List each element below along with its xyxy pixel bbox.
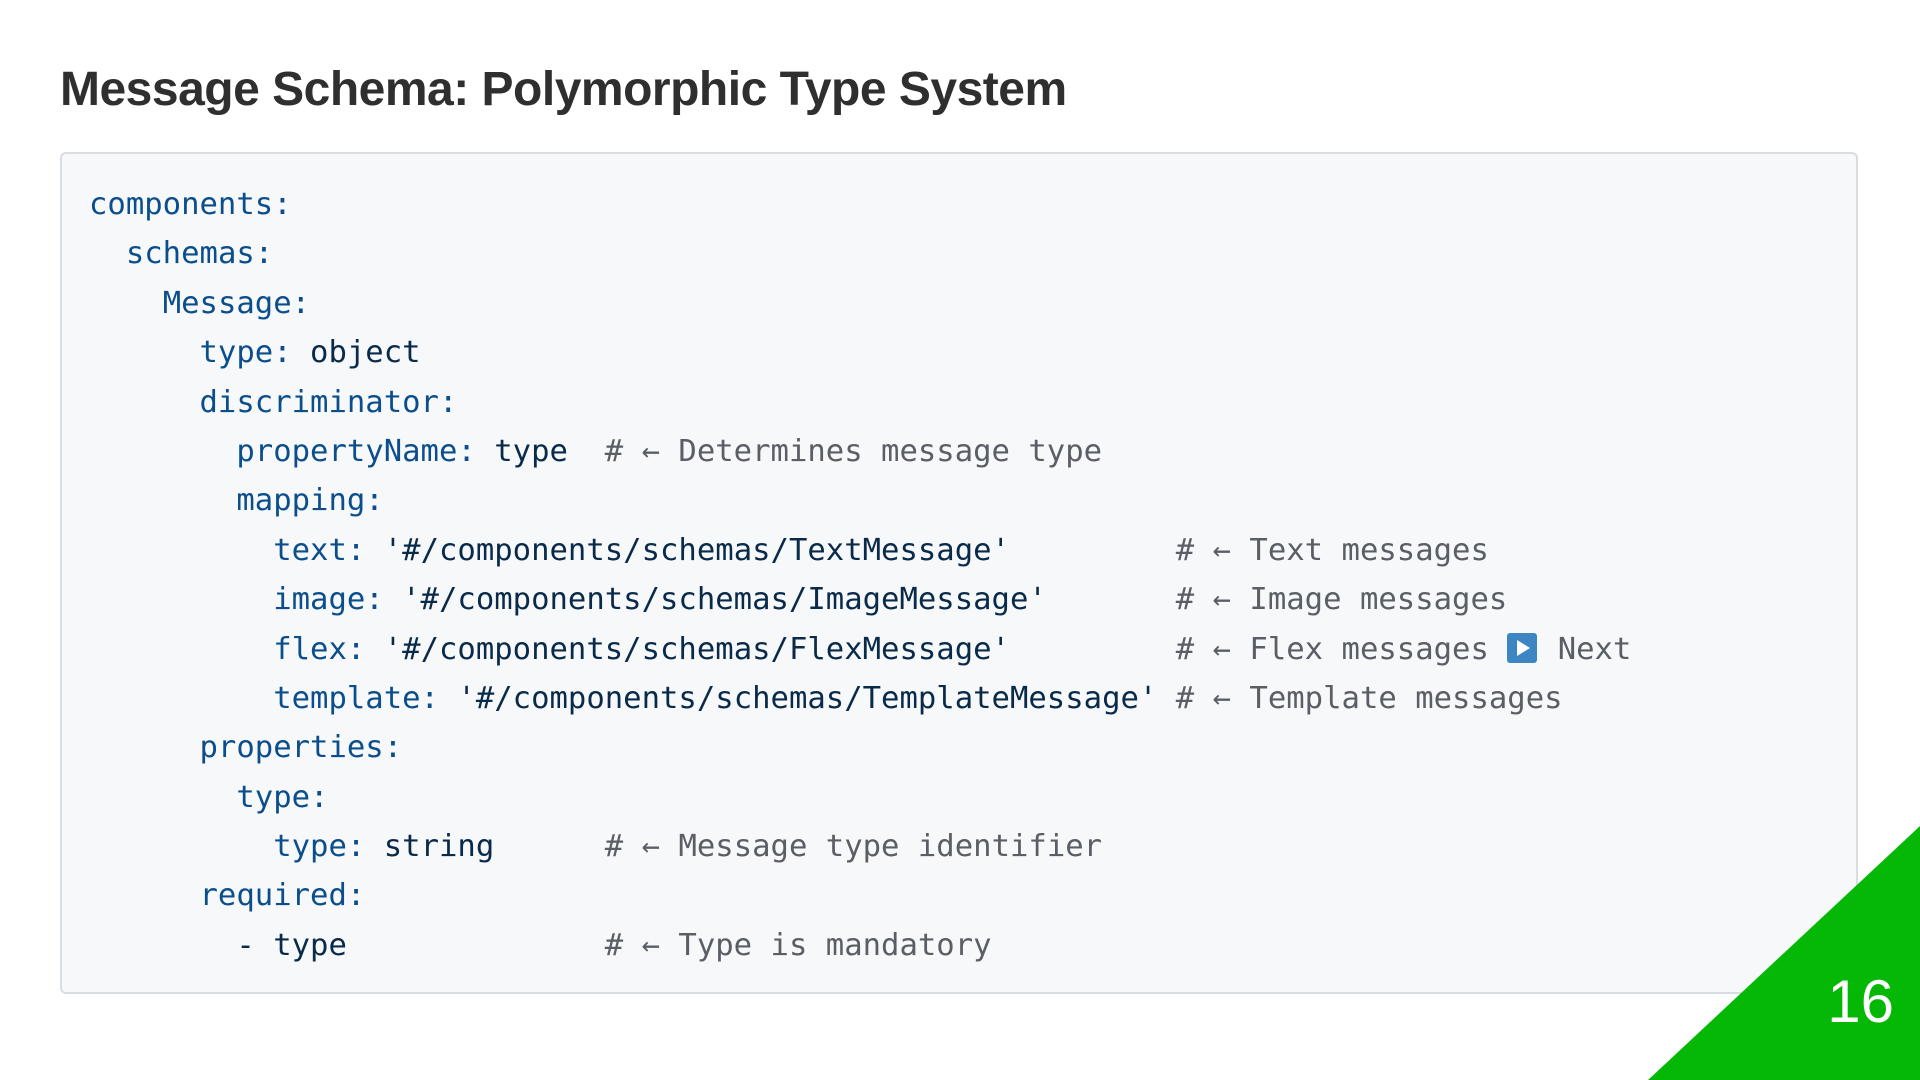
yaml-comment: # ← Type is mandatory: [604, 927, 992, 963]
yaml-key: type:: [273, 829, 366, 865]
yaml-key: propertyName:: [236, 433, 476, 469]
code-line: properties:: [89, 723, 1856, 772]
yaml-value: type: [475, 433, 605, 469]
code-line: type: string # ← Message type identifier: [89, 822, 1856, 871]
code-line: propertyName: type # ← Determines messag…: [89, 427, 1856, 476]
code-line: template: '#/components/schemas/Template…: [89, 674, 1856, 723]
code-line: image: '#/components/schemas/ImageMessag…: [89, 575, 1856, 624]
yaml-comment: # ← Template messages: [1175, 680, 1563, 716]
code-line: type:: [89, 773, 1856, 822]
yaml-comment: # ← Message type identifier: [604, 829, 1103, 865]
next-label: Next: [1539, 631, 1632, 667]
code-line: type: object: [89, 328, 1856, 377]
play-next-icon: [1507, 632, 1538, 663]
code-line: - type # ← Type is mandatory: [89, 921, 1856, 970]
yaml-comment: # ← Image messages: [1175, 582, 1508, 618]
yaml-value: '#/components/schemas/TemplateMessage': [438, 680, 1176, 716]
yaml-key: discriminator:: [199, 384, 458, 420]
yaml-key: image:: [273, 582, 384, 618]
yaml-key: components:: [89, 187, 292, 222]
yaml-value: string: [365, 829, 605, 865]
yaml-key: required:: [199, 878, 366, 914]
yaml-key: type:: [236, 779, 329, 815]
yaml-comment: # ← Determines message type: [604, 433, 1103, 469]
yaml-key: properties:: [199, 730, 403, 766]
yaml-key: schemas:: [125, 236, 274, 272]
yaml-value: '#/components/schemas/ImageMessage': [383, 582, 1176, 618]
yaml-value: '#/components/schemas/FlexMessage': [365, 631, 1176, 667]
yaml-value: - type: [236, 927, 605, 963]
yaml-key: mapping:: [236, 483, 384, 519]
yaml-key: text:: [273, 532, 366, 568]
yaml-key: Message:: [162, 285, 311, 321]
code-line: schemas:: [89, 229, 1856, 278]
code-line: mapping:: [89, 476, 1856, 525]
code-line: discriminator:: [89, 378, 1856, 427]
yaml-key: flex:: [273, 631, 366, 667]
yaml-comment: # ← Text messages: [1175, 532, 1489, 568]
yaml-value: '#/components/schemas/TextMessage': [365, 532, 1176, 568]
code-line: required:: [89, 871, 1856, 920]
yaml-key: type:: [199, 335, 292, 371]
yaml-key: template:: [273, 680, 439, 716]
code-line: flex: '#/components/schemas/FlexMessage'…: [89, 625, 1856, 674]
code-block: components: schemas: Message: type: obje…: [60, 152, 1858, 994]
page-number: 16: [1827, 968, 1894, 1035]
slide-title: Message Schema: Polymorphic Type System: [60, 63, 1067, 116]
yaml-comment: # ← Flex messages: [1175, 631, 1508, 667]
code-line: text: '#/components/schemas/TextMessage'…: [89, 526, 1856, 575]
yaml-value: object: [291, 335, 421, 371]
code-line: Message:: [89, 279, 1856, 328]
code-line: components:: [89, 180, 1856, 229]
